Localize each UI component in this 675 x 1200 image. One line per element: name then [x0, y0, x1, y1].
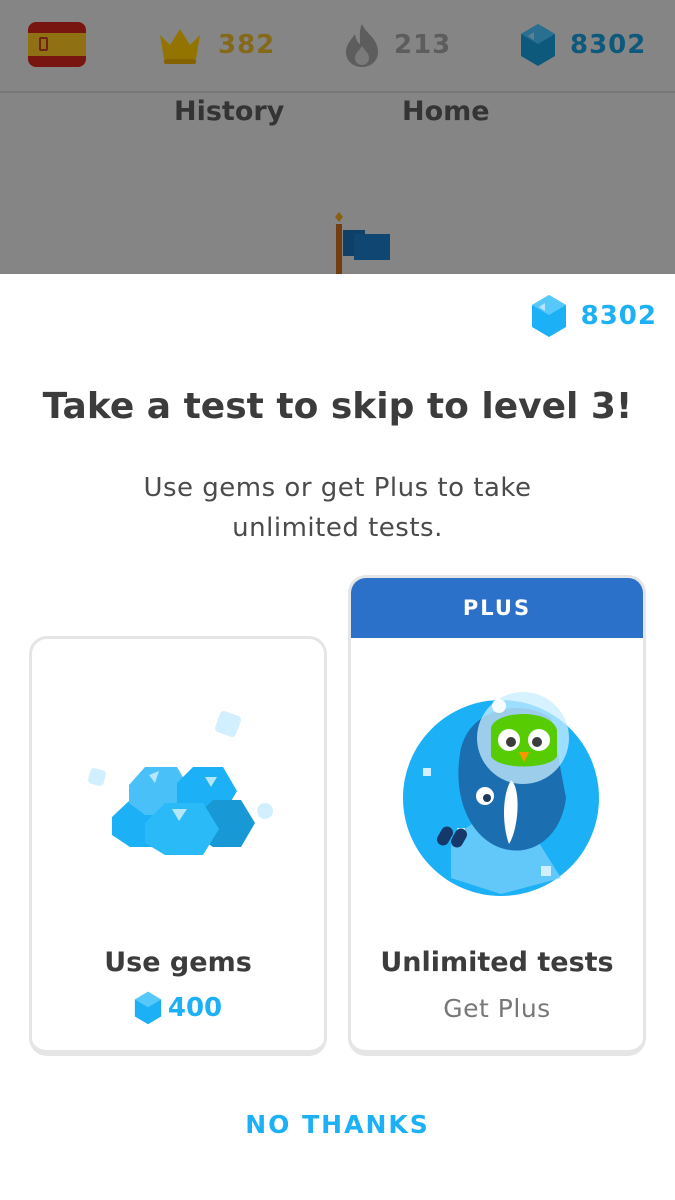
- gem-icon: [134, 991, 161, 1025]
- gem-icon: [531, 295, 566, 337]
- gems-cost-value: 400: [167, 993, 223, 1023]
- skip-test-sheet: 8302 Take a test to skip to level 3! Use…: [0, 274, 675, 1200]
- get-plus-card[interactable]: PLUS Unlimited tests Get Plus: [348, 575, 646, 1056]
- sheet-gems-count: 8302: [580, 301, 657, 331]
- modal-backdrop[interactable]: [0, 0, 675, 275]
- use-gems-title: Use gems: [104, 947, 252, 978]
- unlimited-tests-title: Unlimited tests: [380, 947, 614, 978]
- gems-cost: 400: [32, 991, 324, 1025]
- background-app: 382 213 8302 History Home: [0, 0, 675, 276]
- sheet-title: Take a test to skip to level 3!: [42, 386, 633, 427]
- duo-astronaut-icon: [403, 692, 599, 896]
- plus-badge: PLUS: [351, 578, 643, 638]
- gem-pile-icon: [88, 711, 273, 855]
- get-plus-label: Get Plus: [443, 994, 551, 1023]
- sheet-gems-balance: 8302: [531, 294, 657, 338]
- sheet-subtitle: Use gems or get Plus to take unlimited t…: [143, 473, 532, 543]
- no-thanks-button[interactable]: NO THANKS: [0, 1110, 675, 1139]
- use-gems-card[interactable]: Use gems 400: [29, 636, 327, 1056]
